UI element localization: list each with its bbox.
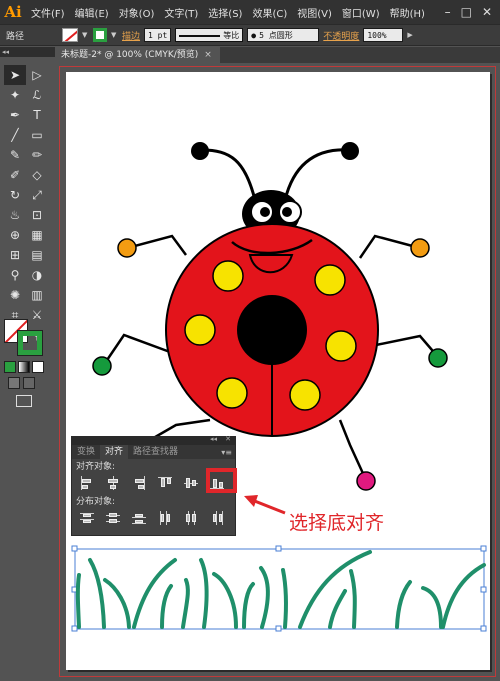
document-tab[interactable]: 未标题-2* @ 100% (CMYK/预览) × (55, 47, 220, 63)
align-vertical-center-icon[interactable] (184, 476, 198, 490)
magic-wand-icon[interactable]: ✦ (4, 85, 26, 105)
profile-label: 等比 (223, 30, 240, 40)
warp-icon[interactable]: ♨ (4, 205, 26, 225)
mesh-icon[interactable]: ⊞ (4, 245, 26, 265)
app-logo: Ai (4, 3, 22, 21)
stroke-color-box[interactable] (17, 330, 43, 356)
opacity-field[interactable]: 100% (363, 28, 404, 42)
align-buttons-row (72, 473, 235, 490)
collapse-icon[interactable]: ◂◂ (210, 435, 217, 443)
tab-transform[interactable]: 变换 (72, 445, 100, 459)
menu-window[interactable]: 窗口(W) (337, 5, 385, 20)
scale-icon[interactable]: ⤢ (26, 185, 48, 205)
align-right-icon[interactable] (132, 476, 146, 490)
document-title: 未标题-2* @ 100% (CMYK/预览) (61, 50, 199, 60)
align-bottom-icon[interactable] (210, 476, 224, 490)
stroke-weight-field[interactable]: 1 pt (144, 28, 172, 42)
artboard[interactable] (66, 72, 490, 670)
window-controls: – □ ✕ (445, 0, 500, 24)
opacity-label[interactable]: 不透明度 (323, 29, 359, 42)
panel-menu-icon[interactable]: ▾≡ (221, 448, 232, 457)
brush-label: 5 点圆形 (259, 30, 293, 40)
document-tabs: 未标题-2* @ 100% (CMYK/预览) × (55, 47, 500, 63)
blob-brush-icon[interactable]: ✐ (4, 165, 26, 185)
lasso-icon[interactable]: ℒ (26, 85, 48, 105)
menu-type[interactable]: 文字(T) (159, 5, 203, 20)
distribute-top-icon[interactable] (80, 511, 94, 525)
pencil-icon[interactable]: ✏ (26, 145, 48, 165)
menu-select[interactable]: 选择(S) (203, 5, 247, 20)
fill-swatch[interactable] (62, 28, 79, 42)
distribute-left-icon[interactable] (158, 511, 172, 525)
type-icon[interactable]: T (26, 105, 48, 125)
free-transform-icon[interactable]: ⊡ (26, 205, 48, 225)
distribute-bottom-icon[interactable] (132, 511, 146, 525)
panel-tabs: 变换 对齐 路径查找器 ▾≡ (72, 445, 235, 459)
tools-panel-header[interactable]: ◂◂ (0, 47, 55, 57)
rotate-icon[interactable]: ↻ (4, 185, 26, 205)
chevron-down-icon[interactable]: ▼ (82, 28, 89, 42)
color-modes (4, 361, 44, 373)
tab-close-icon[interactable]: × (204, 50, 212, 60)
line-icon[interactable]: ╱ (4, 125, 26, 145)
none-mode-button[interactable] (32, 361, 44, 373)
menu-file[interactable]: 文件(F) (26, 5, 70, 20)
close-icon[interactable]: ✕ (225, 435, 231, 443)
align-top-icon[interactable] (158, 476, 172, 490)
annotation-label: 选择底对齐 (289, 512, 385, 534)
shape-builder-icon[interactable]: ⊕ (4, 225, 26, 245)
distribute-objects-label: 分布对象: (76, 497, 116, 507)
selection-type-label: 路径 (6, 31, 25, 42)
draw-behind-icon[interactable] (23, 377, 35, 389)
color-mode-button[interactable] (4, 361, 16, 373)
align-objects-label: 对齐对象: (76, 462, 116, 472)
gradient-icon[interactable]: ▤ (26, 245, 48, 265)
menu-object[interactable]: 对象(O) (114, 5, 160, 20)
stroke-label[interactable]: 描边 (122, 29, 140, 42)
distribute-vertical-center-icon[interactable] (106, 511, 120, 525)
blend-icon[interactable]: ◑ (26, 265, 48, 285)
column-graph-icon[interactable]: ▥ (26, 285, 48, 305)
gradient-mode-button[interactable] (18, 361, 30, 373)
tab-pathfinder[interactable]: 路径查找器 (128, 445, 183, 459)
draw-modes (8, 377, 35, 389)
direct-selection-icon[interactable]: ▷ (26, 65, 48, 85)
eyedropper-icon[interactable]: ⚲ (4, 265, 26, 285)
tab-align[interactable]: 对齐 (100, 445, 129, 459)
align-panel: ◂◂ ✕ 变换 对齐 路径查找器 ▾≡ 对齐对象: 分布对象: (71, 435, 236, 536)
align-horizontal-center-icon[interactable] (106, 476, 120, 490)
eraser-icon[interactable]: ◇ (26, 165, 48, 185)
distribute-right-icon[interactable] (210, 511, 224, 525)
menu-edit[interactable]: 编辑(E) (70, 5, 114, 20)
menu-bar: Ai 文件(F) 编辑(E) 对象(O) 文字(T) 选择(S) 效果(C) 视… (0, 0, 500, 24)
close-button[interactable]: ✕ (482, 5, 492, 19)
menu-help[interactable]: 帮助(H) (385, 5, 430, 20)
variable-width-profile[interactable]: 等比 (175, 28, 244, 42)
control-bar: 路径 ▼ ▼ 描边 1 pt 等比 ● 5 点圆形 不透明度 100% ▶ (0, 24, 500, 46)
brush-definition[interactable]: ● 5 点圆形 (247, 28, 320, 42)
panel-titlebar[interactable]: ◂◂ ✕ (72, 435, 235, 445)
minimize-button[interactable]: – (445, 5, 451, 19)
paintbrush-icon[interactable]: ✎ (4, 145, 26, 165)
pen-icon[interactable]: ✒ (4, 105, 26, 125)
tools-panel: ➤ ▷ ✦ ℒ ✒ T ╱ ▭ ✎ ✏ ✐ ◇ ↻ ⤢ ♨ ⊡ ⊕ ▦ ⊞ ▤ … (0, 57, 55, 681)
screen-mode-icon[interactable] (16, 395, 32, 407)
draw-normal-icon[interactable] (8, 377, 20, 389)
chevron-down-icon[interactable]: ▶ (407, 28, 414, 42)
align-left-icon[interactable] (80, 476, 94, 490)
maximize-button[interactable]: □ (461, 5, 472, 19)
selection-icon[interactable]: ➤ (4, 65, 26, 85)
menu-view[interactable]: 视图(V) (292, 5, 337, 20)
chevron-down-icon[interactable]: ▼ (111, 28, 118, 42)
symbol-sprayer-icon[interactable]: ✺ (4, 285, 26, 305)
tool-grid: ➤ ▷ ✦ ℒ ✒ T ╱ ▭ ✎ ✏ ✐ ◇ ↻ ⤢ ♨ ⊡ ⊕ ▦ ⊞ ▤ … (4, 65, 48, 345)
distribute-horizontal-center-icon[interactable] (184, 511, 198, 525)
rectangle-icon[interactable]: ▭ (26, 125, 48, 145)
stroke-swatch[interactable] (93, 28, 108, 42)
perspective-icon[interactable]: ▦ (26, 225, 48, 245)
distribute-buttons-row (72, 508, 235, 525)
menu-effect[interactable]: 效果(C) (247, 5, 292, 20)
